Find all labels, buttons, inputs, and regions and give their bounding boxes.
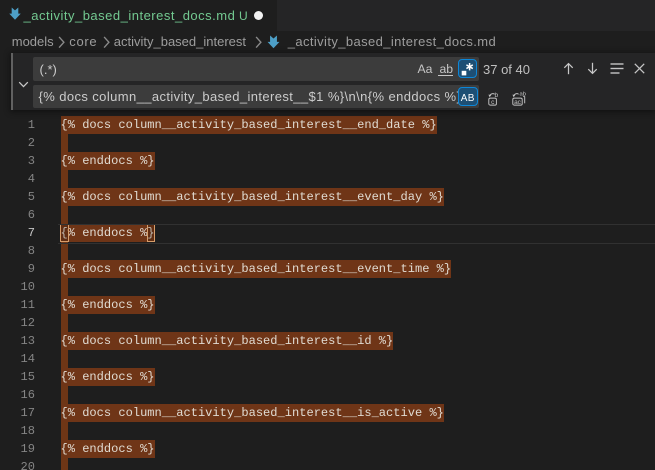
svg-text:ac: ac: [514, 99, 522, 106]
svg-text:b: b: [494, 92, 498, 99]
svg-text:ab: ab: [519, 91, 525, 97]
